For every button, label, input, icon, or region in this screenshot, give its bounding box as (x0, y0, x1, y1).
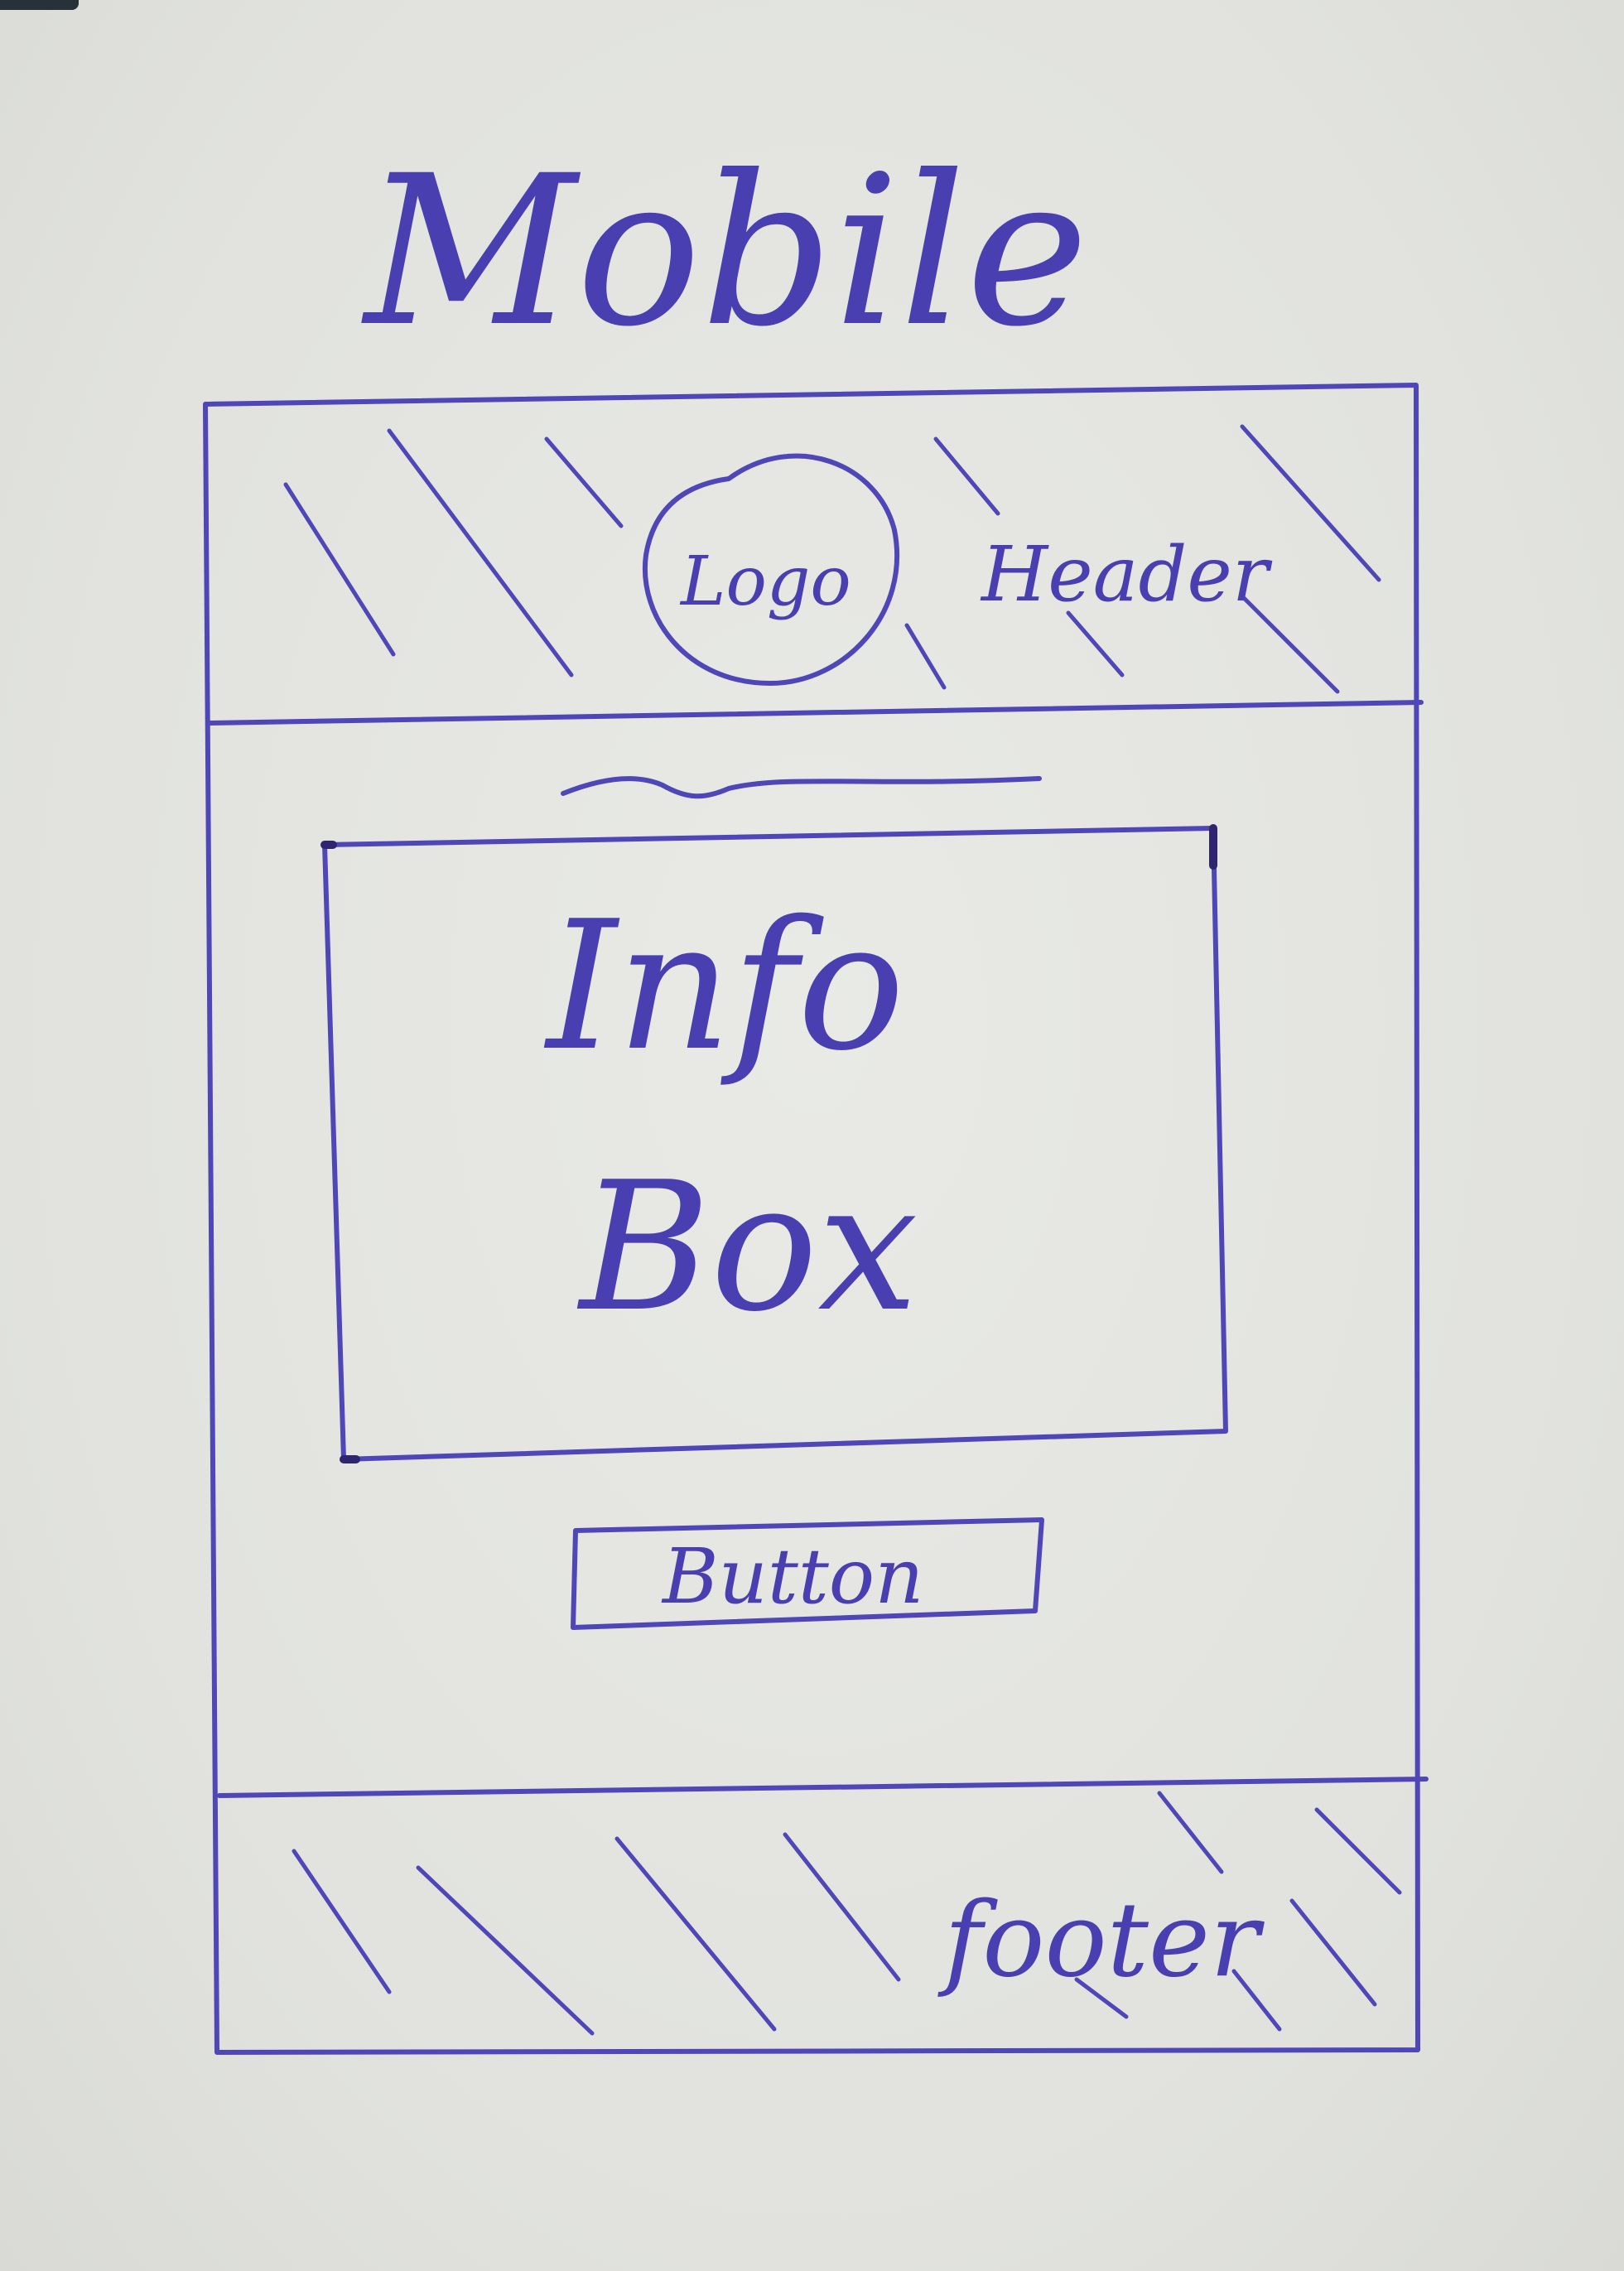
header-divider (206, 700, 1424, 726)
info-box-label-line2: Box (576, 1143, 918, 1351)
logo-label: Logo (679, 542, 851, 621)
footer-divider (217, 1777, 1429, 1798)
info-box-label-line1: Info (543, 882, 904, 1090)
footer-label: footer (937, 1880, 1265, 2000)
wireframe-sketch: Mobile Logo Header Info Box Button foote… (203, 131, 1429, 2055)
button-label: Button (661, 1532, 923, 1621)
sketch-title: Mobile (361, 131, 1088, 372)
button[interactable]: Button (571, 1517, 1044, 1630)
heading-squiggle (561, 776, 1042, 799)
header-label: Header (980, 530, 1273, 619)
